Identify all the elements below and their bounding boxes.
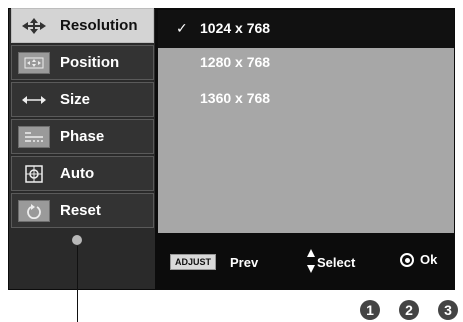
menu-item-label: Resolution [60, 17, 138, 34]
prev-label: Prev [230, 255, 259, 270]
menu-item-resolution[interactable]: Resolution [11, 8, 154, 43]
control-hint-bar: ADJUST Prev Select Ok [158, 233, 454, 289]
menu-item-label: Reset [60, 202, 101, 219]
callout-pointer-line [77, 246, 78, 322]
resolution-option-1280x768[interactable]: 1280 x 768 [200, 54, 270, 70]
reset-icon [18, 199, 50, 222]
menu-item-position[interactable]: Position [11, 45, 154, 80]
resolution-option-1360x768[interactable]: 1360 x 768 [200, 90, 270, 106]
move-arrows-icon [18, 15, 50, 37]
position-icon [18, 51, 50, 74]
select-label: Select [317, 255, 356, 270]
menu-item-phase[interactable]: Phase [11, 119, 154, 154]
menu-item-label: Size [60, 91, 91, 108]
menu-item-reset[interactable]: Reset [11, 193, 154, 228]
ok-button-icon [400, 253, 414, 267]
callout-number-2: 2 [399, 300, 419, 320]
up-down-arrows-icon [306, 247, 316, 280]
ok-label: Ok [420, 252, 438, 267]
callout-number-1: 1 [360, 300, 380, 320]
size-arrows-icon [18, 89, 50, 111]
menu-item-label: Position [60, 54, 120, 71]
menu-item-size[interactable]: Size [11, 82, 154, 117]
sidebar-scroll-knob [72, 235, 82, 245]
checkmark-icon: ✓ [176, 20, 188, 36]
adjust-button[interactable]: ADJUST [170, 254, 217, 270]
resolution-option-1024x768[interactable]: 1024 x 768 [200, 20, 270, 36]
auto-adjust-icon [18, 163, 50, 185]
phase-icon [18, 125, 50, 148]
menu-item-auto[interactable]: Auto [11, 156, 154, 191]
resolution-panel: ✓ 1024 x 768 1280 x 768 1360 x 768 ADJUS… [158, 10, 454, 289]
menu-item-label: Auto [60, 165, 95, 182]
menu-item-label: Phase [60, 128, 105, 145]
callout-number-3: 3 [438, 300, 458, 320]
